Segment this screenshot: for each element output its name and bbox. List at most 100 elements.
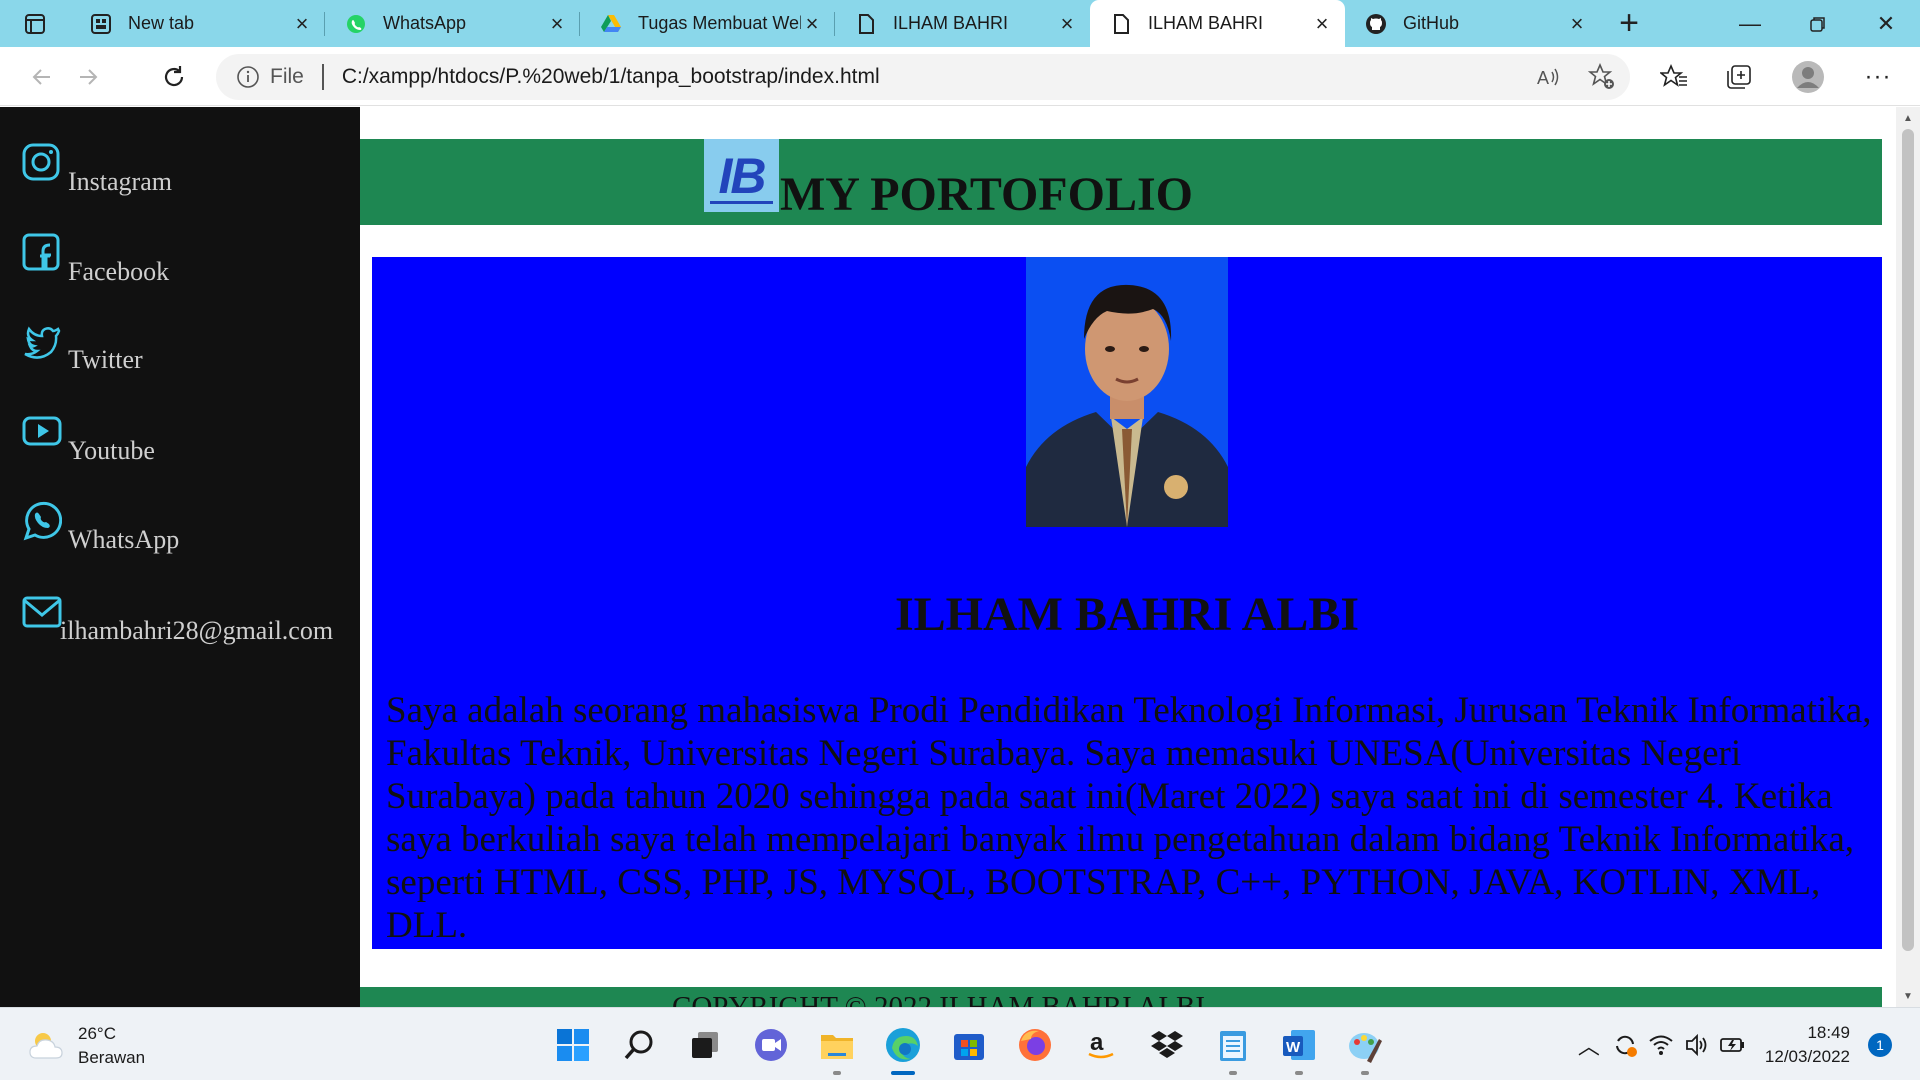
github-icon <box>1365 13 1387 35</box>
settings-menu-button[interactable]: ··· <box>1856 55 1900 99</box>
file-explorer-icon <box>821 1034 853 1059</box>
search-button[interactable] <box>606 1008 672 1080</box>
chevron-up-icon: ︿ <box>1577 1033 1600 1059</box>
tab-actions-button[interactable] <box>0 0 70 47</box>
tab-actions-icon <box>25 13 45 34</box>
windows-taskbar: 26°C Berawan a W ︿ 18:49 12/03/2022 1 <box>0 1007 1920 1080</box>
newtab-page-icon <box>90 13 112 35</box>
close-icon[interactable]: × <box>801 11 823 36</box>
page-footer: COPYRIGHT © 2022 ILHAM BAHRI ALBI <box>360 987 1882 1007</box>
forward-arrow-icon <box>80 69 98 85</box>
browser-toolbar: File C:/xampp/htdocs/P.%20web/1/tanpa_bo… <box>0 47 1920 106</box>
paint-icon <box>1349 1032 1382 1063</box>
close-icon: ✕ <box>1876 10 1896 36</box>
weather-widget[interactable]: 26°C Berawan <box>26 1022 145 1070</box>
social-sidebar: Instagram Facebook Twitter Youtube Whats… <box>0 107 360 1007</box>
close-icon[interactable]: × <box>546 11 568 36</box>
sync-button[interactable] <box>1607 1008 1643 1080</box>
restore-icon <box>1810 16 1825 32</box>
youtube-icon <box>22 412 68 458</box>
forward-button[interactable] <box>68 57 108 97</box>
sidebar-link-facebook[interactable]: Facebook <box>22 233 169 285</box>
browser-tab-strip: New tab × WhatsApp × Tugas Membuat Web ×… <box>0 0 1920 47</box>
system-tray: ︿ 18:49 12/03/2022 1 <box>1571 1008 1920 1080</box>
close-icon[interactable]: × <box>1311 11 1333 36</box>
address-bar[interactable]: File C:/xampp/htdocs/P.%20web/1/tanpa_bo… <box>216 54 1630 100</box>
word-button[interactable]: W <box>1266 1008 1332 1080</box>
dropbox-button[interactable] <box>1134 1008 1200 1080</box>
paint-button[interactable] <box>1332 1008 1398 1080</box>
minimize-button[interactable]: — <box>1716 0 1784 47</box>
instagram-icon <box>22 143 68 189</box>
site-scheme-label: File <box>270 65 304 88</box>
back-button[interactable] <box>22 57 62 97</box>
volume-button[interactable] <box>1679 1008 1715 1080</box>
battery-charging-icon <box>1720 1037 1744 1052</box>
microsoft-store-button[interactable] <box>936 1008 1002 1080</box>
collections-icon <box>1727 65 1751 89</box>
amazon-icon: a <box>1088 1029 1114 1058</box>
more-icon: ··· <box>1864 63 1892 90</box>
sidebar-link-instagram[interactable]: Instagram <box>22 143 172 195</box>
tab-title: New tab <box>128 13 195 33</box>
start-button[interactable] <box>540 1008 606 1080</box>
close-icon[interactable]: × <box>1056 11 1078 36</box>
firefox-button[interactable] <box>1002 1008 1068 1080</box>
weather-condition: Berawan <box>78 1048 146 1067</box>
tab-ilham-bahri-1[interactable]: ILHAM BAHRI × <box>835 0 1090 47</box>
notification-badge[interactable]: 1 <box>1868 1032 1892 1057</box>
taskbar-apps: a W <box>540 1008 1398 1080</box>
new-tab-button[interactable]: + <box>1600 0 1658 47</box>
sidebar-link-whatsapp[interactable]: WhatsApp <box>22 501 179 553</box>
task-view-button[interactable] <box>672 1008 738 1080</box>
amazon-button[interactable]: a <box>1068 1008 1134 1080</box>
teams-chat-button[interactable] <box>738 1008 804 1080</box>
tab-ilham-bahri-active[interactable]: ILHAM BAHRI × <box>1090 0 1345 47</box>
notepad-icon <box>1220 1030 1246 1061</box>
profile-button[interactable] <box>1786 55 1830 99</box>
microsoft-store-icon <box>954 1033 984 1060</box>
sidebar-link-twitter[interactable]: Twitter <box>22 321 143 373</box>
file-explorer-button[interactable] <box>804 1008 870 1080</box>
scroll-down-icon[interactable]: ▼ <box>1896 987 1920 1005</box>
restore-button[interactable] <box>1784 0 1852 47</box>
tab-title: Tugas Membuat Web <box>638 13 801 33</box>
tab-new-tab[interactable]: New tab × <box>70 0 325 47</box>
google-drive-icon <box>600 13 622 35</box>
document-icon <box>1110 13 1132 35</box>
favorites-button[interactable] <box>1652 55 1696 99</box>
read-aloud-icon: A <box>1537 68 1559 88</box>
copyright-text: COPYRIGHT © 2022 ILHAM BAHRI ALBI <box>672 991 1206 1007</box>
taskbar-clock[interactable]: 18:49 12/03/2022 <box>1765 1021 1850 1069</box>
tab-whatsapp[interactable]: WhatsApp × <box>325 0 580 47</box>
sidebar-link-youtube[interactable]: Youtube <box>22 412 155 464</box>
minimize-icon: — <box>1739 10 1761 36</box>
show-hidden-icons-button[interactable]: ︿ <box>1571 1008 1607 1080</box>
tab-github[interactable]: GitHub × <box>1345 0 1600 47</box>
close-icon[interactable]: × <box>291 11 313 36</box>
notepad-button[interactable] <box>1200 1008 1266 1080</box>
windows-start-icon <box>557 1028 589 1061</box>
info-icon[interactable] <box>236 65 260 89</box>
whatsapp-icon <box>22 501 68 547</box>
document-icon <box>855 13 877 35</box>
vertical-scrollbar[interactable]: ▲ ▼ <box>1896 107 1920 1007</box>
url-text[interactable]: C:/xampp/htdocs/P.%20web/1/tanpa_bootstr… <box>342 65 880 89</box>
wifi-button[interactable] <box>1643 1008 1679 1080</box>
tab-google-drive[interactable]: Tugas Membuat Web × <box>580 0 835 47</box>
edge-button[interactable] <box>870 1008 936 1080</box>
word-icon: W <box>1283 1029 1315 1060</box>
scrollbar-thumb[interactable] <box>1902 129 1914 951</box>
add-favorite-button[interactable] <box>1580 55 1624 99</box>
page-viewport: Instagram Facebook Twitter Youtube Whats… <box>0 107 1920 1007</box>
sidebar-link-label: WhatsApp <box>68 525 180 554</box>
battery-button[interactable] <box>1715 1008 1751 1080</box>
sidebar-link-label: Twitter <box>68 345 143 374</box>
close-icon[interactable]: × <box>1566 11 1588 36</box>
sidebar-link-email[interactable]: ilhambahri28@gmail.com <box>22 592 333 644</box>
refresh-button[interactable] <box>154 57 194 97</box>
read-aloud-button[interactable]: A <box>1526 55 1570 99</box>
collections-button[interactable] <box>1717 55 1761 99</box>
scroll-up-icon[interactable]: ▲ <box>1896 109 1920 127</box>
close-window-button[interactable]: ✕ <box>1852 0 1920 47</box>
